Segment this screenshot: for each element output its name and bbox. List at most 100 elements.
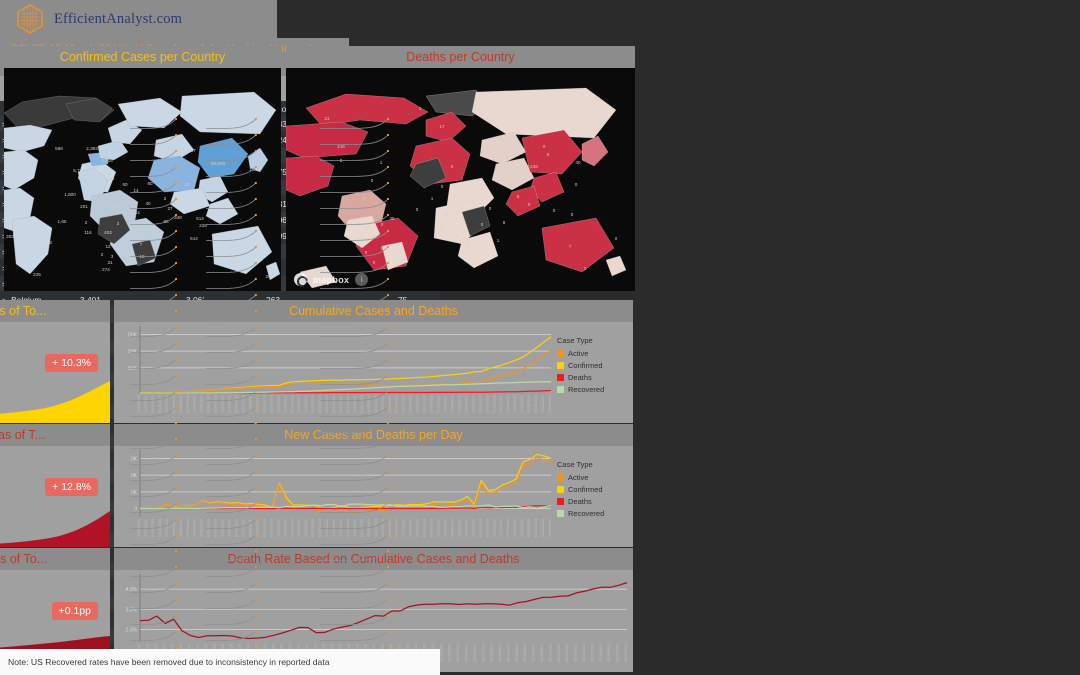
cell-recovered-sparkline <box>318 403 394 420</box>
cell-recovered-sparkline <box>318 131 394 148</box>
svg-text:02/16/2020: 02/16/2020 <box>304 395 308 413</box>
cell-recovered-sparkline <box>318 451 394 468</box>
cell-active-sparkline <box>204 419 262 436</box>
svg-text:03/06/2020: 03/06/2020 <box>498 644 502 662</box>
cell-recovered-sparkline <box>318 339 394 356</box>
legend-item-recovered[interactable]: Recovered <box>557 385 629 394</box>
svg-text:0: 0 <box>615 236 618 241</box>
cell-confirmed-sparkline <box>128 547 182 564</box>
cell-active-sparkline <box>204 179 262 196</box>
svg-text:5,741: 5,741 <box>73 168 85 173</box>
svg-text:1,593: 1,593 <box>40 240 52 245</box>
cell-recovered-sparkline <box>318 243 394 260</box>
svg-text:0: 0 <box>441 184 444 189</box>
cell-confirmed-sparkline <box>128 195 182 212</box>
svg-text:40: 40 <box>575 160 581 165</box>
cell-active-sparkline <box>204 531 262 548</box>
svg-text:03/12/2020: 03/12/2020 <box>478 395 482 413</box>
cell-recovered-sparkline <box>318 323 394 340</box>
svg-text:31: 31 <box>107 260 113 265</box>
svg-text:03/06/2020: 03/06/2020 <box>437 519 441 537</box>
cell-confirmed-sparkline <box>128 275 182 292</box>
cell-active-sparkline <box>204 195 262 212</box>
svg-text:02/15/2020: 02/15/2020 <box>297 519 301 537</box>
svg-text:225: 225 <box>33 272 41 277</box>
svg-text:24: 24 <box>25 240 31 245</box>
legend-item-confirmed[interactable]: Confirmed <box>557 485 629 494</box>
legend-item-deaths[interactable]: Deaths <box>557 373 629 382</box>
cell-active-sparkline <box>204 259 262 276</box>
legend-swatch-active <box>557 474 564 481</box>
legend-item-confirmed[interactable]: Confirmed <box>557 361 629 370</box>
svg-text:01/30/2020: 01/30/2020 <box>186 395 190 413</box>
svg-text:03/11/2020: 03/11/2020 <box>471 519 475 537</box>
svg-text:0: 0 <box>481 222 484 227</box>
cell-confirmed-sparkline <box>128 387 182 404</box>
cell-confirmed-sparkline <box>128 403 182 420</box>
svg-text:03/04/2020: 03/04/2020 <box>423 519 427 537</box>
kpi-cases-sparkline <box>0 377 110 423</box>
svg-text:03/14/2020: 03/14/2020 <box>565 644 569 662</box>
svg-text:2: 2 <box>101 252 104 257</box>
svg-text:0: 0 <box>441 224 444 229</box>
legend-swatch-confirmed <box>557 362 564 369</box>
cell-confirmed-sparkline <box>128 163 182 180</box>
svg-text:75: 75 <box>31 222 37 227</box>
svg-text:03/12/2020: 03/12/2020 <box>478 519 482 537</box>
svg-text:03/21/2020: 03/21/2020 <box>541 519 545 537</box>
cell-confirmed-sparkline <box>128 611 182 628</box>
svg-text:03/22/2020: 03/22/2020 <box>548 519 552 537</box>
cell-active-sparkline <box>204 627 262 644</box>
svg-text:03/08/2020: 03/08/2020 <box>515 644 519 662</box>
cell-active-sparkline <box>204 227 262 244</box>
legend-item-deaths[interactable]: Deaths <box>557 497 629 506</box>
svg-text:03/13/2020: 03/13/2020 <box>485 395 489 413</box>
legend-swatch-recovered <box>557 386 564 393</box>
legend-title: Case Type <box>557 460 593 469</box>
legend-label-recovered: Recovered <box>568 509 605 518</box>
chart-cumulative-legend: Case Type Active Confirmed Deaths Recove… <box>557 336 629 397</box>
svg-text:231: 231 <box>12 221 20 226</box>
svg-text:03/01/2020: 03/01/2020 <box>402 519 406 537</box>
svg-text:12: 12 <box>105 244 111 249</box>
legend-label-deaths: Deaths <box>568 373 592 382</box>
svg-text:03/15/2020: 03/15/2020 <box>499 519 503 537</box>
svg-text:3: 3 <box>111 254 114 259</box>
cell-recovered-sparkline <box>318 259 394 276</box>
svg-text:03/07/2020: 03/07/2020 <box>506 644 510 662</box>
map-deaths-title: Deaths per Country <box>286 46 635 68</box>
legend-swatch-deaths <box>557 374 564 381</box>
cell-recovered-sparkline <box>318 547 394 564</box>
legend-label-active: Active <box>568 349 589 358</box>
svg-text:01/31/2020: 01/31/2020 <box>193 519 197 537</box>
svg-text:0: 0 <box>416 207 419 212</box>
kpi-card-deaths: Deaths as of T... 82 12,973 + 12.8% <box>0 424 110 547</box>
map-confirmed-title: Confirmed Cases per Country <box>4 46 281 68</box>
svg-text:0: 0 <box>553 208 556 213</box>
cell-confirmed-sparkline <box>128 323 182 340</box>
legend-item-active[interactable]: Active <box>557 473 629 482</box>
svg-text:02/29/2020: 02/29/2020 <box>448 644 452 662</box>
cell-active-sparkline <box>204 435 262 452</box>
svg-text:03/04/2020: 03/04/2020 <box>481 644 485 662</box>
cell-recovered-sparkline <box>318 163 394 180</box>
svg-text:03/09/2020: 03/09/2020 <box>523 644 527 662</box>
legend-item-recovered[interactable]: Recovered <box>557 509 629 518</box>
svg-text:1: 1 <box>431 196 434 201</box>
legend-item-active[interactable]: Active <box>557 349 629 358</box>
cell-recovered-sparkline <box>318 387 394 404</box>
svg-text:03/03/2020: 03/03/2020 <box>473 644 477 662</box>
svg-text:0: 0 <box>571 212 574 217</box>
svg-text:03/11/2020: 03/11/2020 <box>540 644 544 662</box>
cell-confirmed-sparkline <box>128 419 182 436</box>
cell-confirmed-sparkline <box>128 467 182 484</box>
svg-text:03/01/2020: 03/01/2020 <box>456 644 460 662</box>
legend-label-confirmed: Confirmed <box>568 361 603 370</box>
cell-active-sparkline <box>204 515 262 532</box>
svg-text:03/17/2020: 03/17/2020 <box>513 519 517 537</box>
kpi-deaths-change-badge: + 12.8% <box>45 478 98 496</box>
svg-text:01/31/2020: 01/31/2020 <box>193 395 197 413</box>
svg-text:03/17/2020: 03/17/2020 <box>590 644 594 662</box>
cell-active-sparkline <box>204 355 262 372</box>
cell-active-sparkline <box>204 291 262 308</box>
